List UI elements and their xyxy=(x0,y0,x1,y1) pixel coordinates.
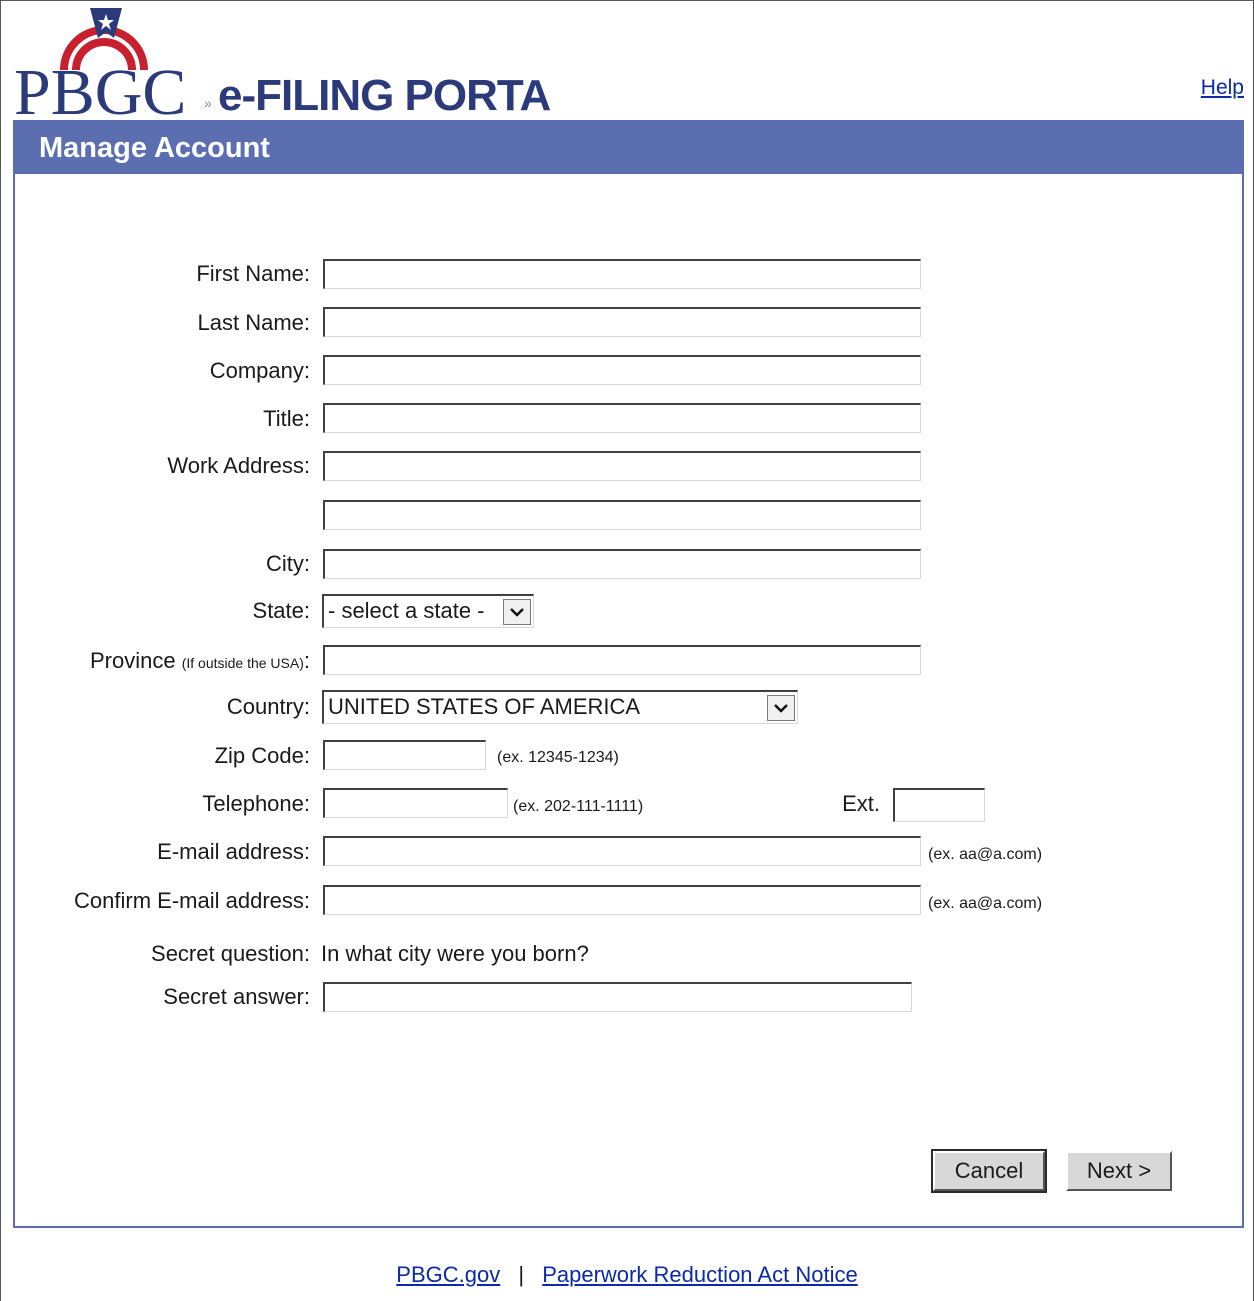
chevron-down-icon[interactable] xyxy=(503,599,531,625)
secret-question-label: Secret question: xyxy=(151,941,310,966)
state-label: State: xyxy=(252,598,310,623)
city-label: City: xyxy=(266,551,310,576)
chevron-down-icon[interactable] xyxy=(767,695,795,721)
telephone-input[interactable] xyxy=(323,788,508,818)
zip-code-input[interactable] xyxy=(323,740,486,770)
zip-code-label: Zip Code: xyxy=(214,743,310,768)
title-label: Title: xyxy=(263,406,310,431)
confirm-email-label: Confirm E-mail address: xyxy=(74,888,310,913)
last-name-input[interactable] xyxy=(323,307,921,337)
pbgc-gov-link[interactable]: PBGC.gov xyxy=(396,1262,500,1287)
pbgc-logo-graphic: PBGC » e-FILING PORTAL xyxy=(14,8,577,129)
footer-separator: | xyxy=(518,1262,525,1287)
company-label: Company: xyxy=(209,358,310,383)
telephone-label: Telephone: xyxy=(202,791,310,816)
panel-title: Manage Account xyxy=(15,122,1242,174)
ext-label: Ext. xyxy=(842,791,880,816)
last-name-label: Last Name: xyxy=(197,310,311,335)
state-select[interactable]: - select a state - xyxy=(322,594,534,628)
secret-answer-input[interactable] xyxy=(323,982,912,1012)
telephone-hint: (ex. 202-111-1111) xyxy=(513,798,644,815)
work-address-line1-input[interactable] xyxy=(323,451,921,481)
province-input[interactable] xyxy=(323,645,921,675)
next-button[interactable]: Next > xyxy=(1066,1151,1172,1191)
cancel-button[interactable]: Cancel xyxy=(931,1149,1047,1193)
footer: PBGC.gov | Paperwork Reduction Act Notic… xyxy=(0,1262,1254,1288)
province-note: (If outside the USA) xyxy=(181,655,304,671)
city-input[interactable] xyxy=(323,549,921,579)
header: PBGC » e-FILING PORTAL Help xyxy=(0,0,1254,129)
ext-input[interactable] xyxy=(893,788,985,822)
province-label-text: Province xyxy=(89,648,176,673)
first-name-label: First Name: xyxy=(196,261,310,286)
svg-text:»: » xyxy=(204,95,212,111)
country-label: Country: xyxy=(226,694,310,719)
zip-code-hint: (ex. 12345-1234) xyxy=(497,749,619,766)
email-input[interactable] xyxy=(323,836,921,866)
state-select-value: - select a state - xyxy=(328,598,485,623)
help-link[interactable]: Help xyxy=(1201,76,1244,100)
province-colon: : xyxy=(303,648,310,673)
title-input[interactable] xyxy=(323,403,921,433)
confirm-email-input[interactable] xyxy=(323,885,921,915)
confirm-email-hint: (ex. aa@a.com) xyxy=(928,895,1043,912)
secret-answer-label: Secret answer: xyxy=(163,984,310,1009)
country-select-value: UNITED STATES OF AMERICA xyxy=(328,694,641,719)
work-address-line2-input[interactable] xyxy=(323,500,921,530)
country-select[interactable]: UNITED STATES OF AMERICA xyxy=(322,690,798,724)
logo-text: PBGC xyxy=(14,56,186,120)
paperwork-reduction-link[interactable]: Paperwork Reduction Act Notice xyxy=(542,1262,858,1287)
work-address-label: Work Address: xyxy=(167,453,310,478)
first-name-input[interactable] xyxy=(323,259,921,289)
province-label: Province (If outside the USA): xyxy=(40,645,310,679)
company-input[interactable] xyxy=(323,355,921,385)
email-hint: (ex. aa@a.com) xyxy=(928,846,1043,863)
portal-name: e-FILING PORTAL xyxy=(218,71,552,120)
pbgc-logo: PBGC » e-FILING PORTAL xyxy=(12,8,577,129)
email-label: E-mail address: xyxy=(157,839,310,864)
secret-question-value: In what city were you born? xyxy=(321,941,589,966)
